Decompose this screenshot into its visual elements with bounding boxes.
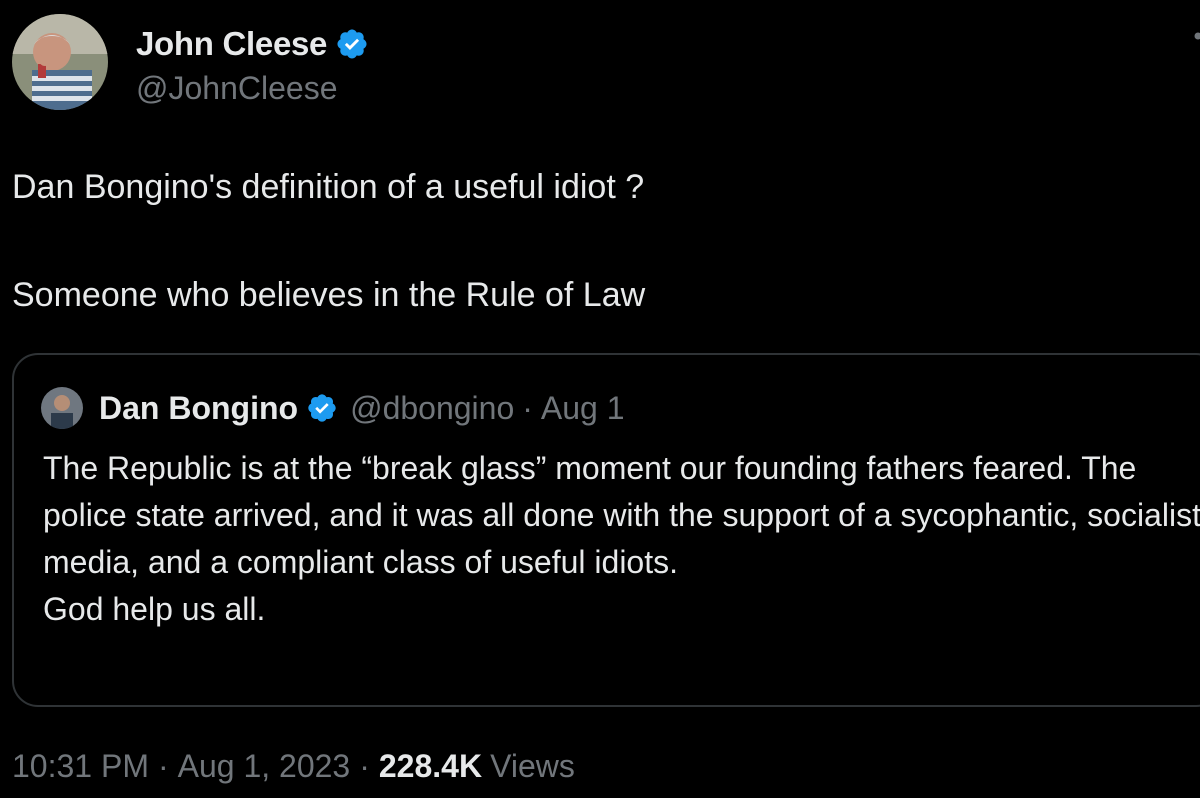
- views-count: 228.4K: [378, 748, 483, 784]
- author-name-row: John Cleese: [136, 24, 369, 64]
- author-handle[interactable]: @JohnCleese: [136, 70, 369, 107]
- quoted-author-avatar: [41, 387, 83, 429]
- quoted-author-handle: @dbongino: [350, 389, 515, 426]
- tweet-text: Dan Bongino's definition of a useful idi…: [12, 168, 646, 314]
- quoted-tweet[interactable]: Dan Bongino @dbongino · Aug 1 The Republ…: [12, 353, 1200, 707]
- tweet-time[interactable]: 10:31 PM: [12, 748, 149, 785]
- quoted-tweet-text: The Republic is at the “break glass” mom…: [43, 450, 1200, 627]
- quoted-author-name: Dan Bongino: [99, 389, 299, 426]
- tweet-detail: John Cleese @JohnCleese Dan Bongino's de…: [0, 0, 1200, 798]
- separator-dot: ·: [522, 389, 533, 426]
- quoted-tweet-header: Dan Bongino @dbongino · Aug 1: [41, 387, 625, 429]
- tweet-meta: 10:31 PM · Aug 1, 2023 · 228.4K Views: [12, 748, 575, 785]
- author-text: John Cleese @JohnCleese: [136, 14, 369, 107]
- tweet-author: John Cleese @JohnCleese: [12, 14, 369, 110]
- quoted-tweet-date: Aug 1: [540, 389, 625, 426]
- verified-badge-icon: [337, 29, 367, 59]
- author-avatar[interactable]: [12, 14, 108, 110]
- separator-dot: ·: [157, 748, 169, 784]
- tweet-date[interactable]: Aug 1, 2023: [178, 748, 351, 785]
- verified-badge-icon: [308, 394, 336, 422]
- separator-dot: ·: [359, 748, 370, 784]
- more-options-icon[interactable]: [1188, 32, 1200, 62]
- author-display-name[interactable]: John Cleese: [136, 25, 327, 63]
- views-label: Views: [490, 748, 575, 784]
